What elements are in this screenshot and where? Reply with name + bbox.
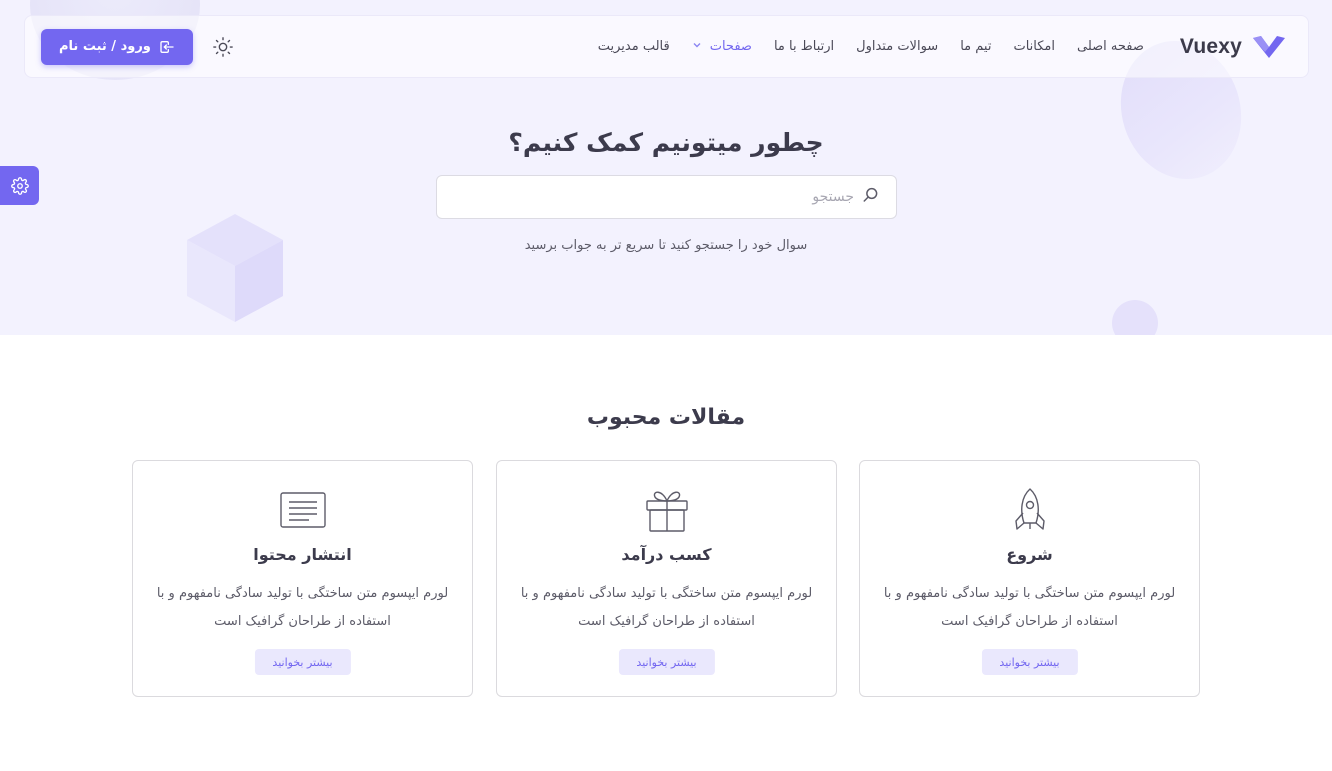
theme-toggle[interactable] bbox=[211, 35, 235, 59]
card-title: کسب درآمد bbox=[621, 545, 712, 564]
brand-name: Vuexy bbox=[1179, 34, 1242, 58]
login-register-button[interactable]: ورود / ثبت نام bbox=[41, 28, 193, 65]
article-card-earn-money: کسب درآمد لورم ایپسوم متن ساختگی با تولی… bbox=[496, 460, 837, 697]
decorative-cube bbox=[187, 214, 283, 322]
nav-item-home[interactable]: صفحه اصلی bbox=[1077, 39, 1144, 54]
nav-item-features[interactable]: امکانات bbox=[1013, 39, 1055, 54]
hero-title: چطور میتونیم کمک کنیم؟ bbox=[508, 128, 824, 157]
read-more-button[interactable]: بیشتر بخوانید bbox=[981, 649, 1078, 675]
card-description: لورم ایپسوم متن ساختگی با تولید سادگی نا… bbox=[520, 586, 813, 629]
help-search[interactable] bbox=[436, 175, 897, 219]
decorative-dot bbox=[1112, 300, 1158, 335]
card-description: لورم ایپسوم متن ساختگی با تولید سادگی نا… bbox=[156, 586, 449, 629]
brand[interactable]: Vuexy bbox=[1180, 35, 1286, 59]
read-more-button[interactable]: بیشتر بخوانید bbox=[618, 649, 715, 675]
hero-subtitle: سوال خود را جستجو کنید تا سریع تر به جوا… bbox=[524, 238, 808, 253]
nav-menu: صفحه اصلی امکانات تیم ما سوالات متداول ا… bbox=[598, 39, 1144, 54]
nav-item-admin-template[interactable]: قالب مدیریت bbox=[598, 39, 670, 54]
search-icon bbox=[862, 186, 880, 208]
rocket-icon bbox=[1014, 488, 1045, 530]
search-input[interactable] bbox=[453, 189, 854, 205]
nav-item-faq[interactable]: سوالات متداول bbox=[856, 39, 938, 54]
gift-icon bbox=[645, 491, 688, 532]
card-title: شروع bbox=[1006, 545, 1053, 564]
nav-item-team[interactable]: تیم ما bbox=[960, 39, 991, 54]
nav-item-pages[interactable]: صفحات bbox=[692, 39, 752, 54]
article-card-publish-content: انتشار محتوا لورم ایپسوم متن ساختگی با ت… bbox=[132, 460, 473, 697]
popular-articles-title: مقالات محبوب bbox=[586, 405, 746, 430]
nav-item-contact[interactable]: ارتباط با ما bbox=[774, 39, 834, 54]
card-title: انتشار محتوا bbox=[253, 545, 352, 564]
gear-icon bbox=[10, 176, 29, 195]
theme-customizer-button[interactable] bbox=[0, 166, 39, 205]
article-card-getting-started: شروع لورم ایپسوم متن ساختگی با تولید ساد… bbox=[859, 460, 1200, 697]
top-navbar: Vuexy صفحه اصلی امکانات تیم ما سوالات مت… bbox=[24, 15, 1309, 78]
read-more-button[interactable]: بیشتر بخوانید bbox=[254, 649, 351, 675]
vuexy-logo-icon bbox=[1253, 35, 1285, 58]
login-icon bbox=[160, 40, 174, 53]
chevron-down-icon bbox=[692, 40, 702, 53]
sun-icon bbox=[213, 36, 233, 57]
document-icon bbox=[279, 492, 326, 528]
card-description: لورم ایپسوم متن ساختگی با تولید سادگی نا… bbox=[883, 586, 1176, 629]
